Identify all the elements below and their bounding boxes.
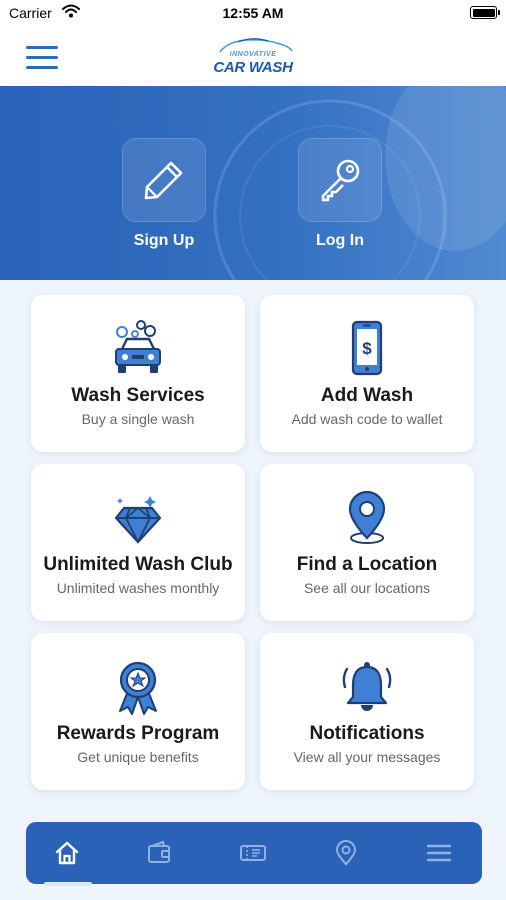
phone-dollar-icon: $ [351, 320, 383, 376]
wash-services-card[interactable]: Wash Services Buy a single wash [31, 295, 245, 452]
ticket-icon [240, 845, 266, 861]
log-in-label: Log In [316, 232, 364, 249]
add-wash-subtitle: Add wash code to wallet [291, 411, 443, 427]
nav-location-button[interactable] [331, 838, 361, 868]
find-location-subtitle: See all our locations [303, 580, 431, 596]
sign-up-label: Sign Up [133, 232, 195, 249]
add-wash-card[interactable]: $ Add Wash Add wash code to wallet [260, 295, 474, 452]
logo-name: CAR WASH [213, 59, 293, 76]
wallet-icon [148, 840, 170, 863]
location-pin-icon [348, 490, 386, 544]
bottom-nav [26, 822, 482, 884]
active-tab-indicator [44, 882, 92, 886]
find-location-title: Find a Location [296, 554, 438, 575]
wash-services-subtitle: Buy a single wash [81, 411, 195, 427]
rewards-program-card[interactable]: Rewards Program Get unique benefits [31, 633, 245, 790]
key-icon [321, 159, 360, 202]
wash-services-title: Wash Services [71, 385, 205, 406]
home-icon [55, 841, 79, 865]
hero-background-art [213, 86, 506, 280]
notifications-title: Notifications [309, 723, 425, 744]
rewards-program-title: Rewards Program [56, 723, 220, 744]
unlimited-wash-club-subtitle: Unlimited washes monthly [56, 580, 220, 596]
status-time: 12:55 AM [222, 5, 284, 21]
diamond-icon [114, 496, 162, 545]
sign-up-button[interactable]: Sign Up [122, 138, 206, 250]
unlimited-wash-club-title: Unlimited Wash Club [43, 554, 233, 575]
car-wash-icon [115, 320, 161, 373]
nav-menu-button[interactable] [424, 838, 454, 868]
unlimited-wash-club-card[interactable]: Unlimited Wash Club Unlimited washes mon… [31, 464, 245, 621]
bell-icon [342, 662, 392, 711]
brand-logo: INNOVATIVE CAR WASH [208, 36, 298, 78]
status-bar: Carrier 12:55 AM [0, 0, 506, 28]
menu-icon [426, 844, 452, 862]
hero-banner: Sign Up Log In [0, 86, 506, 280]
nav-ticket-button[interactable] [238, 838, 268, 868]
notifications-card[interactable]: Notifications View all your messages [260, 633, 474, 790]
find-location-card[interactable]: Find a Location See all our locations [260, 464, 474, 621]
nav-wallet-button[interactable] [144, 838, 174, 868]
nav-home-button[interactable] [52, 838, 82, 868]
rewards-program-subtitle: Get unique benefits [77, 749, 199, 765]
award-ribbon-icon [119, 661, 157, 715]
log-in-button[interactable]: Log In [298, 138, 382, 250]
pencil-icon [144, 161, 183, 200]
battery-icon [470, 6, 500, 19]
add-wash-title: Add Wash [320, 385, 414, 406]
logo-tagline: INNOVATIVE [229, 51, 277, 58]
app-header: INNOVATIVE CAR WASH [0, 28, 506, 86]
svg-text:$: $ [362, 339, 372, 358]
location-icon [335, 840, 357, 866]
notifications-subtitle: View all your messages [293, 749, 441, 765]
hamburger-menu-button[interactable] [26, 46, 60, 70]
